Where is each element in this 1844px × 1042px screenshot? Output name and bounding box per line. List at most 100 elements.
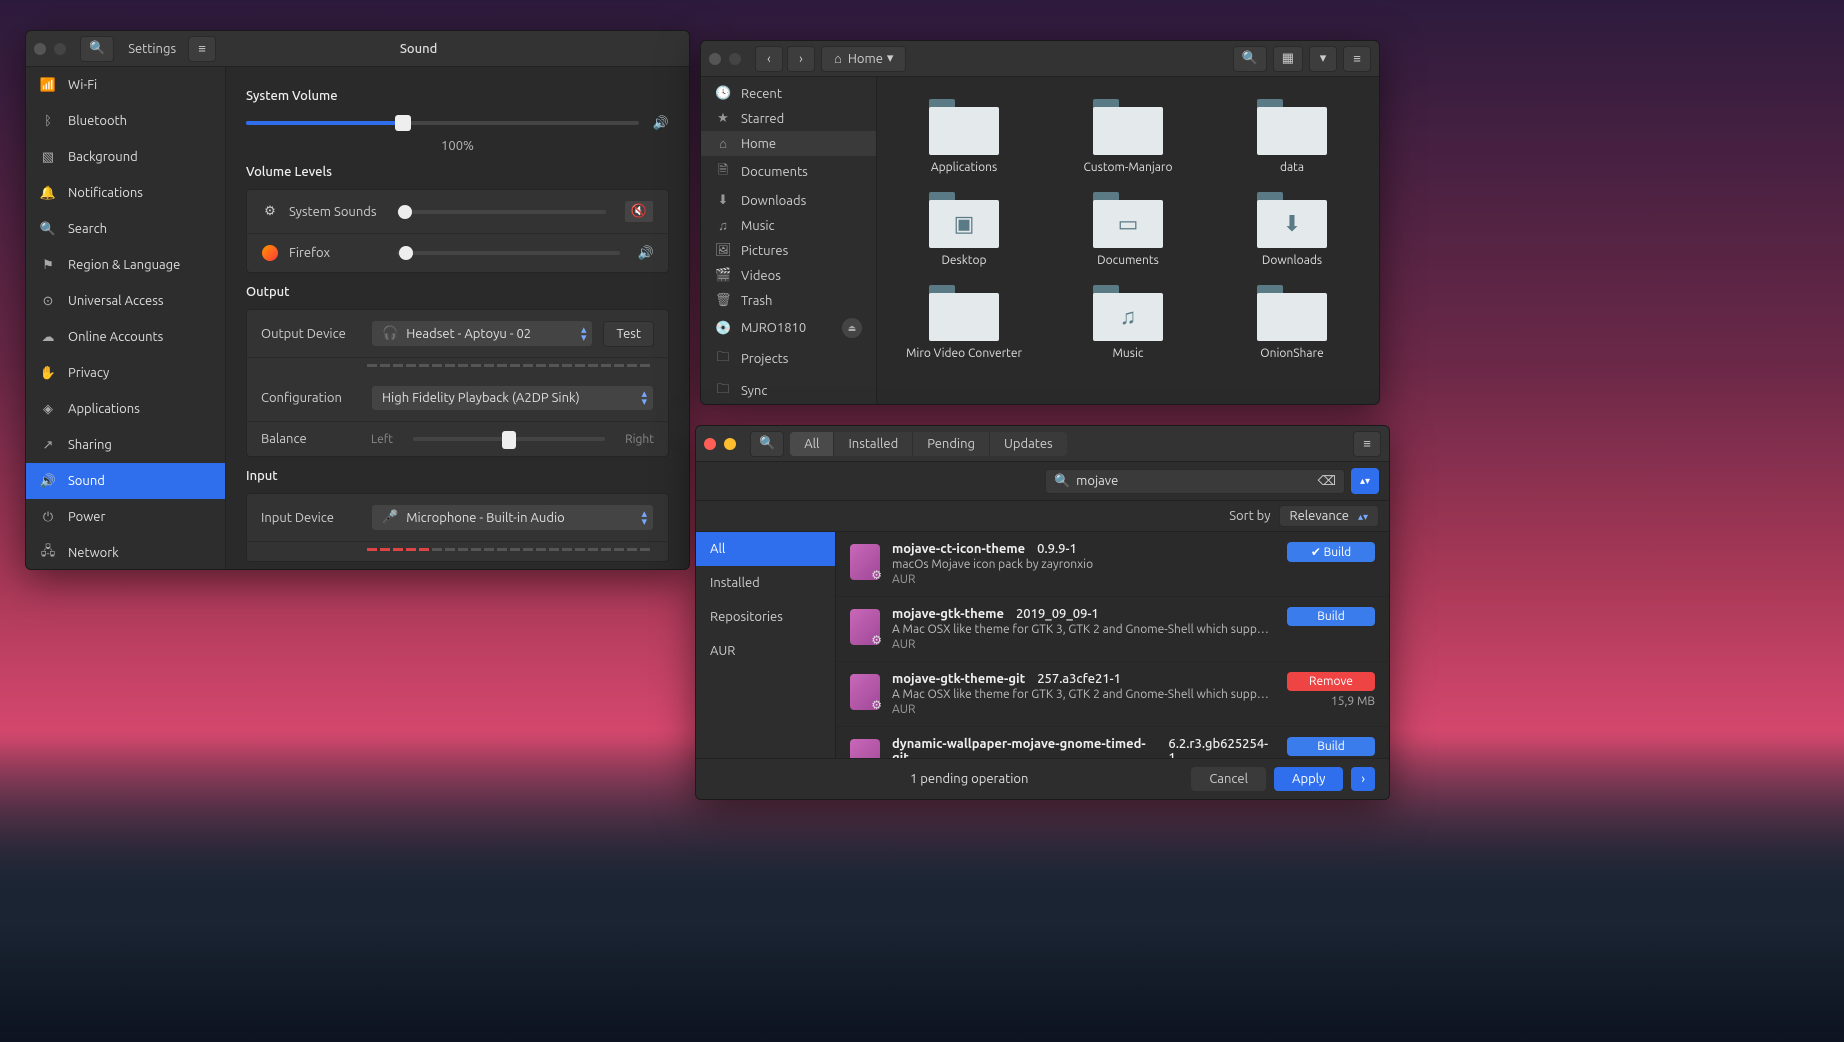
close-button[interactable] (709, 53, 721, 65)
search-input[interactable] (1076, 474, 1311, 488)
folder-onionshare[interactable]: OnionShare (1215, 281, 1369, 364)
filter-all[interactable]: All (696, 532, 835, 566)
sidebar-item-applications[interactable]: ◈Applications (26, 391, 225, 427)
nav-forward-button[interactable]: › (787, 46, 815, 72)
hamburger-button[interactable]: ≡ (188, 36, 216, 62)
trash-icon: 🗑 (715, 293, 731, 308)
close-button[interactable] (34, 43, 46, 55)
search-options-button[interactable]: ▴▾ (1351, 468, 1379, 494)
app-volume-slider[interactable] (397, 210, 606, 214)
mute-button[interactable]: 🔇 (624, 200, 654, 223)
folder-custom-manjaro[interactable]: Custom-Manjaro (1051, 95, 1205, 178)
filter-aur[interactable]: AUR (696, 634, 835, 668)
search-icon: 🔍 (759, 436, 775, 451)
files-sidebar-starred[interactable]: ★Starred (701, 106, 876, 131)
folder-downloads[interactable]: ⬇Downloads (1215, 188, 1369, 271)
apps-icon: ◈ (40, 401, 56, 417)
cancel-button[interactable]: Cancel (1191, 767, 1266, 791)
folder-label: Applications (931, 161, 997, 174)
files-sidebar-music[interactable]: ♫Music (701, 213, 876, 238)
minimize-button[interactable] (54, 43, 66, 55)
input-device-select[interactable]: 🎤 Microphone - Built-in Audio ▴▾ (371, 504, 654, 531)
system-volume-slider[interactable]: 🔊 (246, 113, 669, 133)
files-sidebar-pictures[interactable]: 🖼Pictures (701, 238, 876, 263)
hamburger-button[interactable]: ≡ (1353, 431, 1381, 457)
files-sidebar-sync[interactable]: 🗀Sync (701, 375, 876, 404)
folder-data[interactable]: data (1215, 95, 1369, 178)
output-device-value: Headset - Aptoyu - 02 (406, 327, 531, 341)
folder-documents[interactable]: ▭Documents (1051, 188, 1205, 271)
filter-repositories[interactable]: Repositories (696, 600, 835, 634)
sidebar-item-region-language[interactable]: ⚑Region & Language (26, 247, 225, 283)
sort-select[interactable]: Relevance ▴▾ (1279, 505, 1379, 527)
sidebar-item-sharing[interactable]: ↗Sharing (26, 427, 225, 463)
sidebar-item-background[interactable]: ▧Background (26, 139, 225, 175)
files-sidebar-label: Videos (741, 269, 781, 283)
balance-slider[interactable] (413, 437, 605, 441)
files-sidebar-trash[interactable]: 🗑Trash (701, 288, 876, 313)
build-button[interactable]: Build (1287, 542, 1375, 562)
close-button[interactable] (704, 438, 716, 450)
search-toggle-button[interactable]: 🔍 (750, 431, 784, 457)
folder-icon (1257, 285, 1327, 341)
tab-all[interactable]: All (790, 432, 834, 456)
files-sidebar-documents[interactable]: 🗎Documents (701, 156, 876, 188)
tab-updates[interactable]: Updates (990, 432, 1067, 456)
output-device-select[interactable]: 🎧 Headset - Aptoyu - 02 ▴▾ (371, 320, 593, 347)
search-button[interactable]: 🔍 (80, 36, 114, 62)
sidebar-item-wi-fi[interactable]: 📶Wi-Fi (26, 67, 225, 103)
clear-search-icon[interactable]: ⌫ (1318, 474, 1336, 489)
hamburger-button[interactable]: ≡ (1343, 46, 1371, 72)
sidebar-item-universal-access[interactable]: ⊙Universal Access (26, 283, 225, 319)
files-sidebar-videos[interactable]: 🎬Videos (701, 263, 876, 288)
build-button[interactable]: Build (1287, 607, 1375, 626)
minimize-button[interactable] (724, 438, 736, 450)
folder-icon (1093, 99, 1163, 155)
details-toggle-button[interactable]: › (1351, 767, 1375, 791)
view-button[interactable]: ▦ (1273, 46, 1303, 72)
package-row[interactable]: dynamic-wallpaper-mojave-gnome-timed-git… (836, 727, 1389, 758)
package-icon (850, 739, 880, 758)
remove-button[interactable]: Remove (1287, 672, 1375, 691)
files-sidebar-projects[interactable]: 🗀Projects (701, 343, 876, 375)
files-sidebar-home[interactable]: ⌂Home (701, 131, 876, 156)
sidebar-item-label: Power (68, 510, 105, 524)
files-sidebar-recent[interactable]: 🕓Recent (701, 81, 876, 106)
sidebar-item-network[interactable]: 🖧Network (26, 535, 225, 569)
files-sidebar-label: Projects (741, 352, 788, 366)
minimize-button[interactable] (729, 53, 741, 65)
sidebar-item-sound[interactable]: 🔊Sound (26, 463, 225, 499)
package-icon (850, 674, 880, 710)
tab-pending[interactable]: Pending (913, 432, 990, 456)
build-button[interactable]: Build (1287, 737, 1375, 756)
sidebar-item-privacy[interactable]: ✋Privacy (26, 355, 225, 391)
folder-miro-video-converter[interactable]: Miro Video Converter (887, 281, 1041, 364)
package-version: 2019_09_09-1 (1016, 607, 1099, 621)
location-button[interactable]: ⌂ Home ▾ (821, 46, 906, 72)
eject-button[interactable]: ⏏ (842, 318, 862, 338)
nav-back-button[interactable]: ‹ (755, 46, 783, 72)
search-button[interactable]: 🔍 (1233, 46, 1267, 72)
folder-music[interactable]: ♫Music (1051, 281, 1205, 364)
view-menu-button[interactable]: ▾ (1309, 46, 1337, 72)
filter-installed[interactable]: Installed (696, 566, 835, 600)
app-volume-slider[interactable] (397, 251, 620, 255)
sidebar-item-power[interactable]: ⏻Power (26, 499, 225, 535)
files-sidebar-mjro1810[interactable]: 💿MJRO1810⏏ (701, 313, 876, 343)
sidebar-item-notifications[interactable]: 🔔Notifications (26, 175, 225, 211)
package-row[interactable]: mojave-ct-icon-theme0.9.9-1macOs Mojave … (836, 532, 1389, 597)
folder-applications[interactable]: Applications (887, 95, 1041, 178)
sidebar-item-search[interactable]: 🔍Search (26, 211, 225, 247)
test-button[interactable]: Test (603, 321, 654, 347)
package-info: dynamic-wallpaper-mojave-gnome-timed-git… (892, 737, 1273, 758)
package-row[interactable]: mojave-gtk-theme-git257.a3cfe21-1A Mac O… (836, 662, 1389, 727)
pkg-titlebar: 🔍 AllInstalledPendingUpdates ≡ (696, 426, 1389, 462)
files-sidebar-downloads[interactable]: ⬇Downloads (701, 188, 876, 213)
tab-installed[interactable]: Installed (834, 432, 913, 456)
configuration-select[interactable]: High Fidelity Playback (A2DP Sink) ▴▾ (371, 385, 654, 411)
package-row[interactable]: mojave-gtk-theme2019_09_09-1A Mac OSX li… (836, 597, 1389, 662)
folder-desktop[interactable]: ▣Desktop (887, 188, 1041, 271)
apply-button[interactable]: Apply (1274, 767, 1343, 791)
sidebar-item-bluetooth[interactable]: ᛒBluetooth (26, 103, 225, 139)
sidebar-item-online-accounts[interactable]: ☁Online Accounts (26, 319, 225, 355)
